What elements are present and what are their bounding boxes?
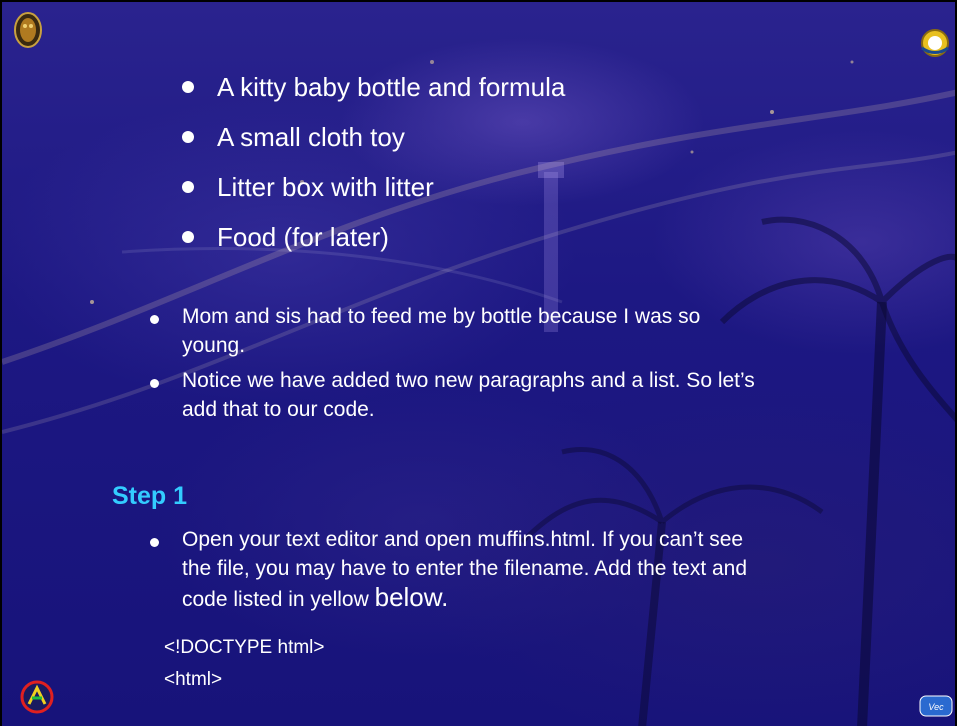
svg-text:Vec: Vec (928, 702, 944, 712)
list-item: A small cloth toy (217, 122, 405, 152)
bullet-dot (182, 131, 194, 143)
bullet-dot (150, 379, 159, 388)
paragraph-line: young. (182, 334, 246, 357)
code-line: <html> (164, 669, 223, 690)
instruction-line: the file, you may have to enter the file… (182, 557, 748, 580)
background-photo (2, 60, 955, 726)
instruction-line: code listed in yellow below. (182, 583, 448, 614)
bullet-dot (182, 81, 194, 93)
slide: Vec A kitty baby bottle and formula A sm… (0, 0, 957, 726)
paragraph-line: Notice we have added two new paragraphs … (182, 369, 755, 392)
list-item: Litter box with litter (217, 172, 434, 202)
code-line: <!DOCTYPE html> (164, 637, 325, 658)
vector-logo-icon: Vec (919, 695, 953, 717)
instruction-line: Open your text editor and open muffins.h… (182, 528, 744, 551)
circular-emblem-icon (20, 680, 54, 714)
list-item: A kitty baby bottle and formula (217, 72, 566, 102)
bullet-dot (150, 538, 159, 547)
paragraph-line: Mom and sis had to feed me by bottle bec… (182, 305, 701, 328)
list-item: Food (for later) (217, 222, 389, 252)
owl-emblem-icon (14, 12, 42, 48)
bullet-dot (182, 181, 194, 193)
bullet-dot (150, 315, 159, 324)
instruction-text: code listed in yellow (182, 588, 375, 611)
step-heading: Step 1 (112, 482, 188, 510)
university-seal-icon (921, 29, 949, 57)
instruction-emphasis: below. (374, 582, 449, 612)
paragraph-line: add that to our code. (182, 398, 375, 421)
bullet-dot (182, 231, 194, 243)
